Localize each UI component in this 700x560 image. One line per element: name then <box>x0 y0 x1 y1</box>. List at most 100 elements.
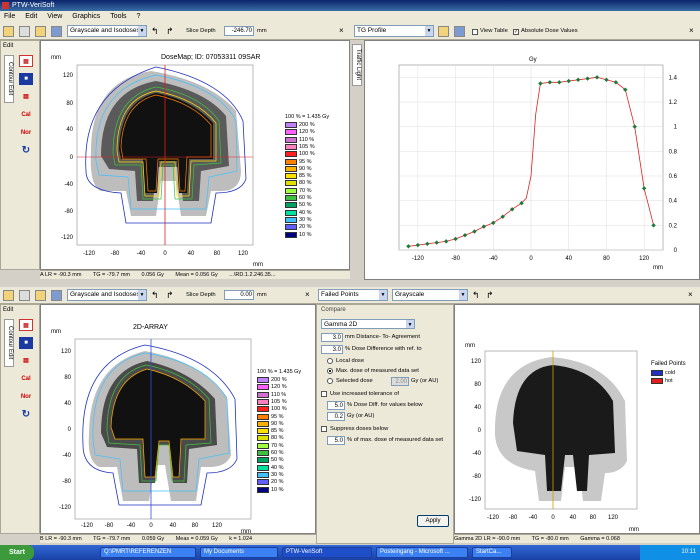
task-outlook[interactable]: Posteingang - Microsoft ... <box>376 547 468 558</box>
slice-depth-input[interactable]: -246.70 <box>224 26 254 36</box>
open-file-icon[interactable] <box>35 290 46 301</box>
nor-icon[interactable]: Nor <box>19 391 33 403</box>
view-table-checkbox[interactable] <box>472 29 478 35</box>
legend-swatch <box>285 136 297 143</box>
arrow-right-icon[interactable]: ↱ <box>166 290 174 301</box>
dose-diff-input[interactable]: 3.0 <box>321 345 343 354</box>
tg-profile-chart[interactable]: Gy mm 1.4 1.2 1 0.8 0.6 0.4 0.2 0 -120 -80 -40 0 40 8… <box>365 41 700 281</box>
suppress-label: Suppress doses below <box>330 426 389 432</box>
nor-icon[interactable]: Nor <box>19 127 33 139</box>
grid-icon[interactable]: ▦ <box>19 319 33 331</box>
close-icon[interactable]: × <box>339 27 347 35</box>
traffic-light-tab[interactable]: Traffic Light <box>352 44 362 86</box>
legend-label: 110 % <box>271 391 287 398</box>
cold-label: cold <box>665 370 676 376</box>
suppress-checkbox[interactable] <box>321 426 327 432</box>
legend-item: 70 % <box>257 442 284 450</box>
y-unit-label: mm <box>51 55 61 61</box>
task-startca[interactable]: StartCa... <box>472 547 512 558</box>
close-icon[interactable]: × <box>305 291 313 299</box>
display-mode-select[interactable]: Grayscale and Isodoses ▼ <box>67 25 147 37</box>
save-icon[interactable] <box>454 26 465 37</box>
svg-text:120: 120 <box>63 73 74 79</box>
grayscale-select[interactable]: Grayscale ▼ <box>392 289 468 301</box>
svg-text:80: 80 <box>64 375 71 381</box>
menu-tools[interactable]: Tools <box>106 13 130 20</box>
open-folder-icon[interactable] <box>3 290 14 301</box>
grid-icon[interactable]: ▦ <box>19 55 33 67</box>
top-left-status-bar: A LR = -90.3 mm TG = -79.7 mm 0.056 Gy M… <box>40 270 350 279</box>
legend-item: 30 % <box>285 216 312 224</box>
edit-tab[interactable]: Edit <box>3 307 13 313</box>
gamma-select[interactable]: Gamma 2D ▼ <box>321 319 415 329</box>
arrow-left-icon[interactable]: ↰ <box>472 290 480 301</box>
save-icon[interactable] <box>51 290 62 301</box>
failed-points-select[interactable]: Failed Points ▼ <box>318 289 388 301</box>
increased-tolerance-checkbox[interactable] <box>321 391 327 397</box>
task-verisoft[interactable]: PTW-VeriSoft <box>282 547 372 558</box>
svg-text:-80: -80 <box>472 474 481 480</box>
dta-input[interactable]: 3.0 <box>321 333 343 342</box>
edit-tab[interactable]: Edit <box>3 43 13 49</box>
arrow-left-icon[interactable]: ↰ <box>151 290 159 301</box>
compare-header: Compare <box>321 307 346 313</box>
refresh-icon[interactable]: ↻ <box>19 409 33 421</box>
layers-icon[interactable]: ▤ <box>19 91 33 103</box>
lock-icon[interactable] <box>19 290 30 301</box>
task-explorer[interactable]: Q:\PMRT\REFERENZEN <box>100 547 196 558</box>
increased-tolerance-label: Use increased tolerance of <box>330 391 399 397</box>
display-mode-select[interactable]: Grayscale and Isodoses ▼ <box>67 289 147 301</box>
layers-icon[interactable]: ▤ <box>19 355 33 367</box>
below-input[interactable]: 0.2 <box>327 412 345 421</box>
svg-text:40: 40 <box>64 401 71 407</box>
legend-label: 200 % <box>271 377 287 383</box>
contour-edit-tab[interactable]: Contour Edit <box>4 55 14 103</box>
x-tick-label: 120 <box>639 256 650 262</box>
slice-depth-input[interactable]: 0.00 <box>224 290 254 300</box>
cal-icon[interactable]: Cal <box>19 109 33 121</box>
tolerance-input[interactable]: 5.0 <box>327 401 345 410</box>
svg-text:80: 80 <box>192 523 199 529</box>
task-documents[interactable]: My Documents <box>200 547 278 558</box>
profile-mode-select[interactable]: TG Profile ▼ <box>354 25 434 37</box>
chevron-down-icon: ▼ <box>379 290 387 300</box>
y-tick-label: 0.4 <box>669 199 678 205</box>
y-tick-labels: 120 80 40 0 -40 -80 -120 <box>469 359 482 503</box>
apply-button[interactable]: Apply <box>417 515 449 527</box>
selected-dose-radio[interactable] <box>327 378 333 384</box>
blue-square-icon[interactable]: ■ <box>19 73 33 85</box>
local-dose-radio[interactable] <box>327 358 333 364</box>
menu-edit[interactable]: Edit <box>21 13 41 20</box>
abs-dose-checkbox[interactable]: ✓ <box>513 29 519 35</box>
slice-depth-label: Slice Depth <box>186 28 216 34</box>
close-icon[interactable]: × <box>688 291 696 299</box>
gamma-plot[interactable]: mm mm 120 80 40 0 -40 -80 -120 -120 -80 … <box>455 305 700 535</box>
lock-icon[interactable] <box>19 26 30 37</box>
menu-graphics[interactable]: Graphics <box>68 13 104 20</box>
arrow-right-icon[interactable]: ↱ <box>166 26 174 37</box>
cal-icon[interactable]: Cal <box>19 373 33 385</box>
save-icon[interactable] <box>51 26 62 37</box>
export-icon[interactable] <box>438 26 449 37</box>
refresh-icon[interactable]: ↻ <box>19 145 33 157</box>
start-button[interactable]: Start <box>0 545 34 560</box>
svg-text:-120: -120 <box>83 251 96 257</box>
menu-file[interactable]: File <box>0 13 19 20</box>
legend-swatch <box>257 420 269 427</box>
arrow-right-icon[interactable]: ↱ <box>486 290 494 301</box>
max-dose-radio[interactable] <box>327 368 333 374</box>
open-file-icon[interactable] <box>35 26 46 37</box>
close-icon[interactable]: × <box>689 27 697 35</box>
chart-y-unit: Gy <box>529 57 537 63</box>
gamma-select-value: Gamma 2D <box>324 321 358 328</box>
top-left-toolbar: Grayscale and Isodoses ▼ ↰ ↱ Slice Depth… <box>0 23 350 40</box>
open-folder-icon[interactable] <box>3 26 14 37</box>
menu-view[interactable]: View <box>43 13 66 20</box>
blue-square-icon[interactable]: ■ <box>19 337 33 349</box>
selected-dose-input[interactable]: 2.00 <box>391 377 409 386</box>
suppress-input[interactable]: 5.0 <box>327 436 345 445</box>
contour-edit-tab[interactable]: Contour Edit <box>4 319 14 367</box>
menu-help[interactable]: ? <box>133 13 145 20</box>
legend-label: 110 % <box>299 136 315 143</box>
arrow-left-icon[interactable]: ↰ <box>151 26 159 37</box>
